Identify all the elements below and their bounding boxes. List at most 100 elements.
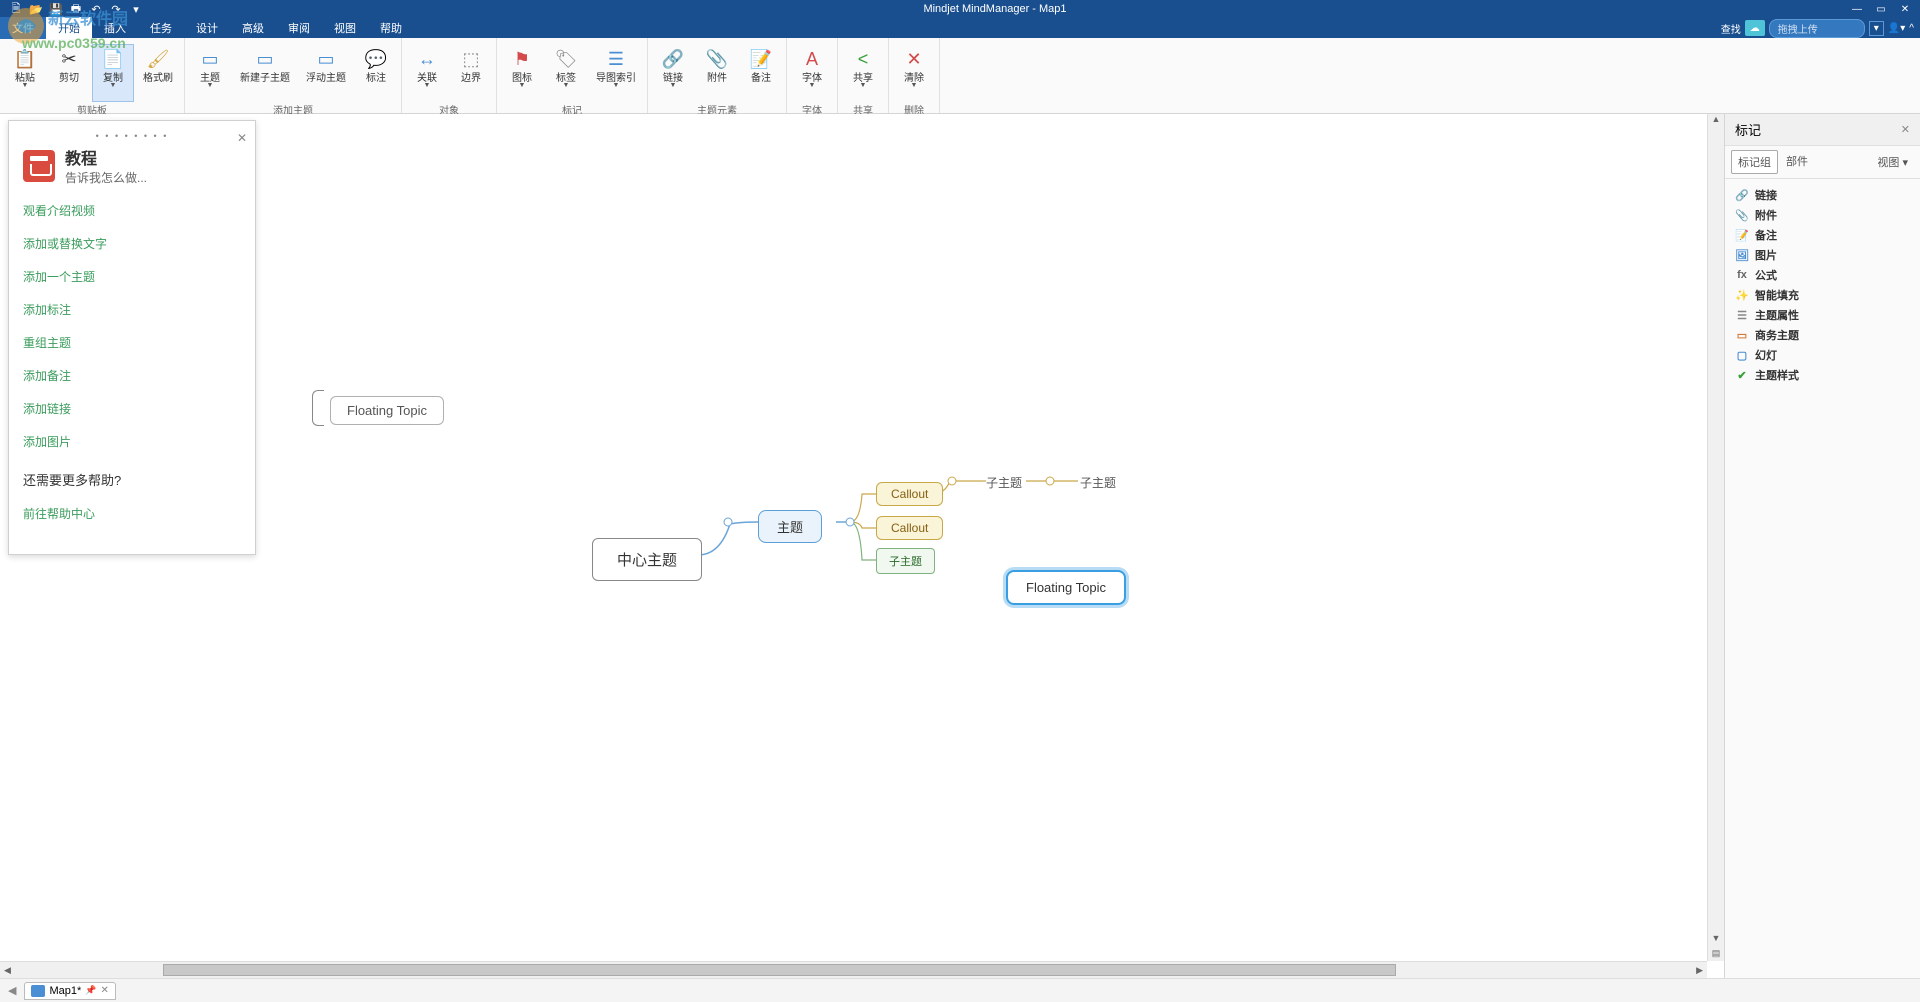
ribbon-btn-格式刷[interactable]: 🖌格式刷: [136, 44, 180, 102]
qat-save-icon[interactable]: 💾: [48, 2, 64, 16]
tag-item-备注[interactable]: 📝备注: [1731, 225, 1914, 245]
qat-more-icon[interactable]: ▾: [128, 2, 144, 16]
ribbon-btn-剪切[interactable]: ✂剪切: [48, 44, 90, 102]
ribbon-btn-字体[interactable]: A字体▼: [791, 44, 833, 102]
ribbon-btn-关联[interactable]: ↔关联▼: [406, 44, 448, 102]
tab-task[interactable]: 任务: [138, 17, 184, 39]
maximize-icon[interactable]: ▭: [1870, 2, 1892, 16]
ribbon-btn-共享[interactable]: <共享▼: [842, 44, 884, 102]
主题样式-icon: ✔: [1735, 369, 1749, 382]
qat-new-icon[interactable]: 🗎: [8, 2, 24, 16]
tutorial-link-1[interactable]: 添加或替换文字: [23, 235, 241, 252]
scroll-down-icon[interactable]: ▼: [1708, 933, 1724, 943]
main-topic[interactable]: 主题: [758, 510, 822, 543]
floating-topic-1[interactable]: Floating Topic: [330, 396, 444, 425]
qat-undo-icon[interactable]: ↶: [88, 2, 104, 16]
document-tab[interactable]: Map1* 📌 ✕: [24, 982, 115, 1000]
tag-item-主题样式[interactable]: ✔主题样式: [1731, 365, 1914, 385]
tag-item-商务主题[interactable]: ▭商务主题: [1731, 325, 1914, 345]
ribbon-btn-粘贴[interactable]: 📋粘贴▼: [4, 44, 46, 102]
drag-handle[interactable]: • • • • • • • •: [23, 131, 241, 141]
subtopic-2[interactable]: 子主题: [986, 474, 1022, 491]
tutorial-link-2[interactable]: 添加一个主题: [23, 268, 241, 285]
qat-redo-icon[interactable]: ↷: [108, 2, 124, 16]
dropdown-arrow-icon: ▼: [809, 82, 816, 89]
tag-item-幻灯[interactable]: ▢幻灯: [1731, 345, 1914, 365]
导图索引-icon: ☰: [604, 47, 628, 71]
tutorial-link-6[interactable]: 添加链接: [23, 400, 241, 417]
rp-tab-groups[interactable]: 标记组: [1731, 150, 1778, 174]
tag-item-附件[interactable]: 📎附件: [1731, 205, 1914, 225]
central-topic[interactable]: 中心主题: [592, 538, 702, 581]
tutorial-link-0[interactable]: 观看介绍视频: [23, 202, 241, 219]
tab-view[interactable]: 视图: [322, 17, 368, 39]
close-icon[interactable]: ✕: [1894, 2, 1916, 16]
tags-panel-close-icon[interactable]: ✕: [1901, 123, 1910, 136]
ribbon-btn-链接[interactable]: 🔗链接▼: [652, 44, 694, 102]
scroll-split-icon[interactable]: ▤: [1708, 948, 1724, 959]
qat-print-icon[interactable]: 🖶: [68, 2, 84, 16]
user-icon[interactable]: 👤▾: [1888, 23, 1905, 34]
help-center-link[interactable]: 前往帮助中心: [23, 505, 241, 522]
scroll-left-icon[interactable]: ◀: [0, 965, 15, 976]
subtopic-3[interactable]: 子主题: [1080, 474, 1116, 491]
tab-help[interactable]: 帮助: [368, 17, 414, 39]
floating-topic-2-selected[interactable]: Floating Topic: [1006, 570, 1126, 605]
ribbon-btn-主题[interactable]: ▭主题▼: [189, 44, 231, 102]
ribbon-collapse-icon[interactable]: ^: [1909, 23, 1914, 34]
horizontal-scrollbar[interactable]: ◀ ▶: [0, 961, 1707, 978]
subtopic-1[interactable]: 子主题: [876, 548, 935, 574]
ribbon-group-6: <共享▼共享: [838, 38, 889, 113]
tag-item-智能填充[interactable]: ✨智能填充: [1731, 285, 1914, 305]
qat-open-icon[interactable]: 📂: [28, 2, 44, 16]
more-help-heading: 还需要更多帮助?: [23, 470, 241, 489]
rp-view-dropdown[interactable]: 视图 ▾: [1871, 151, 1914, 173]
tag-item-图片[interactable]: 🖼图片: [1731, 245, 1914, 265]
titlebar: 🗎 📂 💾 🖶 ↶ ↷ ▾ Mindjet MindManager - Map1…: [0, 0, 1920, 18]
options-dropdown-icon[interactable]: ▾: [1869, 21, 1884, 36]
drag-upload-box[interactable]: 拖拽上传: [1769, 19, 1865, 38]
ribbon-btn-导图索引[interactable]: ☰导图索引▼: [589, 44, 643, 102]
tab-advanced[interactable]: 高级: [230, 17, 276, 39]
ribbon-label: 剪切: [59, 73, 79, 84]
callout-2[interactable]: Callout: [876, 516, 943, 540]
tag-item-主题属性[interactable]: ☰主题属性: [1731, 305, 1914, 325]
ribbon-btn-复制[interactable]: 📄复制▼: [92, 44, 134, 102]
tab-pin-icon[interactable]: 📌: [85, 985, 96, 996]
ribbon-btn-边界[interactable]: ⬚边界: [450, 44, 492, 102]
ribbon-btn-新建子主题[interactable]: ▭新建子主题: [233, 44, 297, 102]
ribbon-btn-浮动主题[interactable]: ▭浮动主题: [299, 44, 353, 102]
callout-1[interactable]: Callout: [876, 482, 943, 506]
tag-item-链接[interactable]: 🔗链接: [1731, 185, 1914, 205]
ribbon-btn-标注[interactable]: 💬标注: [355, 44, 397, 102]
pane-close-icon[interactable]: ✕: [237, 131, 247, 145]
vertical-scrollbar[interactable]: ▲ ▼ ▤: [1707, 114, 1724, 961]
tab-file[interactable]: 文件: [0, 17, 46, 39]
cloud-sync-icon[interactable]: ☁: [1745, 20, 1765, 36]
ribbon-btn-清除[interactable]: ✕清除▼: [893, 44, 935, 102]
ribbon-btn-标签[interactable]: 🏷标签▼: [545, 44, 587, 102]
tutorial-link-3[interactable]: 添加标注: [23, 301, 241, 318]
共享-icon: <: [851, 47, 875, 71]
tab-insert[interactable]: 插入: [92, 17, 138, 39]
tag-item-label: 公式: [1755, 267, 1777, 283]
tutorial-link-5[interactable]: 添加备注: [23, 367, 241, 384]
ribbon-btn-图标[interactable]: ⚑图标▼: [501, 44, 543, 102]
tab-prev-icon[interactable]: ◀: [8, 984, 16, 997]
tutorial-link-7[interactable]: 添加图片: [23, 433, 241, 450]
ribbon-btn-备注[interactable]: 📝备注: [740, 44, 782, 102]
scrollbar-thumb[interactable]: [163, 964, 1397, 976]
tab-close-icon[interactable]: ✕: [100, 985, 108, 996]
tutorial-link-4[interactable]: 重组主题: [23, 334, 241, 351]
tab-home[interactable]: 开始: [46, 17, 92, 39]
scroll-up-icon[interactable]: ▲: [1708, 114, 1724, 124]
tag-item-公式[interactable]: fx公式: [1731, 265, 1914, 285]
ribbon-btn-附件[interactable]: 📎附件: [696, 44, 738, 102]
附件-icon: 📎: [705, 47, 729, 71]
scroll-right-icon[interactable]: ▶: [1692, 965, 1707, 976]
主题属性-icon: ☰: [1735, 309, 1749, 322]
rp-tab-parts[interactable]: 部件: [1780, 150, 1814, 174]
tab-review[interactable]: 审阅: [276, 17, 322, 39]
minimize-icon[interactable]: —: [1846, 2, 1868, 16]
tab-design[interactable]: 设计: [184, 17, 230, 39]
